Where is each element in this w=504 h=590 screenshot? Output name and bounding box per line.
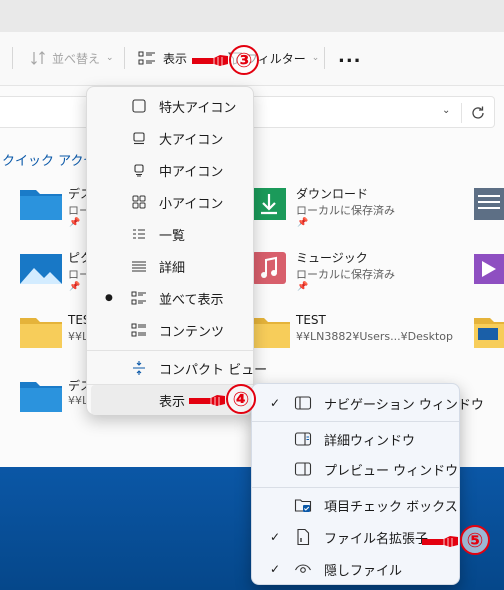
- desktop-folder-icon: [20, 190, 62, 220]
- menu-item-large-icons[interactable]: 大アイコン: [91, 123, 251, 153]
- menu-item-label: コンパクト ビュー: [159, 362, 268, 378]
- desktop-folder-icon: [20, 382, 62, 412]
- compact-view-icon: [133, 361, 145, 375]
- chevron-down-icon: ⌄: [106, 53, 114, 63]
- submenu-item-label: ファイル名拡張子: [324, 531, 429, 547]
- submenu-item-label: 項目チェック ボックス: [324, 499, 458, 515]
- file-extension-icon: [297, 528, 310, 546]
- item-name: ミュージック: [296, 251, 368, 265]
- item-name: TEST: [296, 313, 326, 327]
- submenu-item-details-pane[interactable]: 詳細ウィンドウ: [256, 424, 457, 454]
- item-location: ¥¥LN3882¥Users...¥Desktop: [296, 330, 454, 343]
- pointing-hand-icon: [192, 55, 228, 66]
- submenu-item-label: 隠しファイル: [324, 563, 403, 579]
- sort-icon: [31, 51, 45, 65]
- quick-access-item[interactable]: ミュージック ローカルに保存済み 📌: [246, 246, 456, 300]
- menu-item-label: 表示: [159, 394, 186, 410]
- more-options-button[interactable]: ...: [338, 46, 362, 67]
- item-location: ローカルに保存済み: [296, 204, 395, 217]
- quick-access-item[interactable]: [472, 246, 504, 300]
- documents-folder-icon: [474, 188, 504, 220]
- submenu-item-label: 詳細ウィンドウ: [324, 433, 416, 449]
- step-4-marker: ④: [226, 384, 256, 414]
- menu-item-details[interactable]: 詳細: [91, 251, 251, 281]
- quick-access-item[interactable]: [472, 310, 504, 364]
- list-icon: [133, 229, 145, 239]
- menu-item-label: 小アイコン: [159, 196, 224, 212]
- menu-item-extra-large-icons[interactable]: 特大アイコン: [91, 91, 251, 121]
- large-icons-icon: [133, 132, 145, 145]
- extra-large-icons-icon: [132, 99, 146, 113]
- tiles-icon: [138, 51, 155, 65]
- menu-item-label: 大アイコン: [159, 132, 224, 148]
- pictures-folder-icon: [20, 254, 62, 284]
- menu-item-label: コンテンツ: [159, 324, 225, 340]
- item-name: ダウンロード: [296, 187, 369, 201]
- menu-item-label: 一覧: [159, 228, 186, 244]
- menu-item-small-icons[interactable]: 小アイコン: [91, 187, 251, 217]
- navigation-pane-icon: [294, 396, 312, 410]
- pin-icon: 📌: [69, 282, 81, 292]
- menu-item-list[interactable]: 一覧: [91, 219, 251, 249]
- step-3-marker: ③: [229, 45, 259, 75]
- quick-access-item[interactable]: TEST ¥¥LN3882¥Users...¥Desktop: [246, 310, 456, 364]
- menu-item-label: 特大アイコン: [159, 100, 237, 116]
- submenu-item-preview-pane[interactable]: プレビュー ウィンドウ: [256, 454, 459, 484]
- chevron-down-icon: ⌄: [311, 53, 320, 63]
- item-location: ローカルに保存済み: [296, 268, 395, 281]
- menu-item-content[interactable]: コンテンツ: [91, 315, 251, 345]
- quick-access-item[interactable]: ダウンロード ローカルに保存済み 📌: [246, 182, 456, 236]
- pointing-hand-icon: [422, 536, 458, 547]
- submenu-item-navigation-pane[interactable]: ✓ ナビゲーション ウィンドウ: [256, 388, 484, 418]
- menu-separator: [252, 421, 459, 422]
- address-divider: [461, 103, 462, 123]
- medium-icons-icon: [134, 164, 144, 177]
- view-button[interactable]: 表示: [138, 46, 187, 70]
- chevron-down-icon[interactable]: ⌄: [442, 105, 450, 116]
- view-label: 表示: [163, 51, 188, 66]
- menu-separator: [87, 350, 253, 351]
- folder-icon: [474, 318, 504, 348]
- details-pane-icon: [294, 432, 312, 446]
- pointing-hand-icon: [189, 395, 225, 406]
- toolbar-separator: [324, 47, 325, 69]
- view-menu: 特大アイコン 大アイコン 中アイコン 小アイコン 一覧 詳細 ● 並べて表示 コ…: [86, 86, 267, 415]
- quick-access-item[interactable]: [472, 182, 504, 236]
- content-icon: [131, 323, 146, 337]
- sort-label: 並べ替え: [52, 51, 101, 66]
- videos-folder-icon: [474, 254, 504, 284]
- toolbar-separator: [124, 47, 125, 69]
- menu-item-compact-view[interactable]: コンパクト ビュー: [91, 353, 267, 383]
- submenu-item-hidden-files[interactable]: ✓ 隠しファイル: [256, 554, 457, 584]
- folder-icon: [20, 318, 62, 348]
- step-5-marker: ⑤: [460, 525, 490, 555]
- tab-bar: [0, 0, 504, 32]
- menu-item-medium-icons[interactable]: 中アイコン: [91, 155, 251, 185]
- pin-icon: 📌: [297, 282, 309, 292]
- small-icons-icon: [132, 195, 146, 209]
- check-icon: ✓: [270, 562, 281, 576]
- pin-icon: 📌: [69, 218, 81, 228]
- show-submenu: ✓ ナビゲーション ウィンドウ 詳細ウィンドウ プレビュー ウィンドウ 項目チェ…: [251, 383, 484, 585]
- selected-bullet-icon: ●: [105, 293, 113, 303]
- sort-button[interactable]: 並べ替え ⌄: [30, 46, 114, 70]
- menu-item-label: 中アイコン: [159, 164, 224, 180]
- refresh-icon[interactable]: [470, 105, 486, 121]
- check-icon: ✓: [270, 396, 281, 410]
- menu-item-tiles[interactable]: ● 並べて表示: [91, 283, 251, 313]
- hidden-files-icon: [295, 564, 311, 573]
- menu-item-label: 並べて表示: [159, 292, 224, 308]
- tiles-icon: [131, 291, 146, 305]
- toolbar-separator: [12, 47, 13, 69]
- submenu-item-label: プレビュー ウィンドウ: [324, 463, 459, 479]
- submenu-item-label: ナビゲーション ウィンドウ: [324, 397, 484, 413]
- item-checkbox-icon: [294, 499, 312, 512]
- pin-icon: 📌: [297, 218, 309, 228]
- menu-item-label: 詳細: [159, 260, 186, 276]
- preview-pane-icon: [294, 462, 312, 476]
- details-icon: [132, 261, 146, 272]
- check-icon: ✓: [270, 530, 281, 544]
- menu-separator: [252, 487, 459, 488]
- submenu-item-item-checkboxes[interactable]: 項目チェック ボックス: [256, 490, 458, 520]
